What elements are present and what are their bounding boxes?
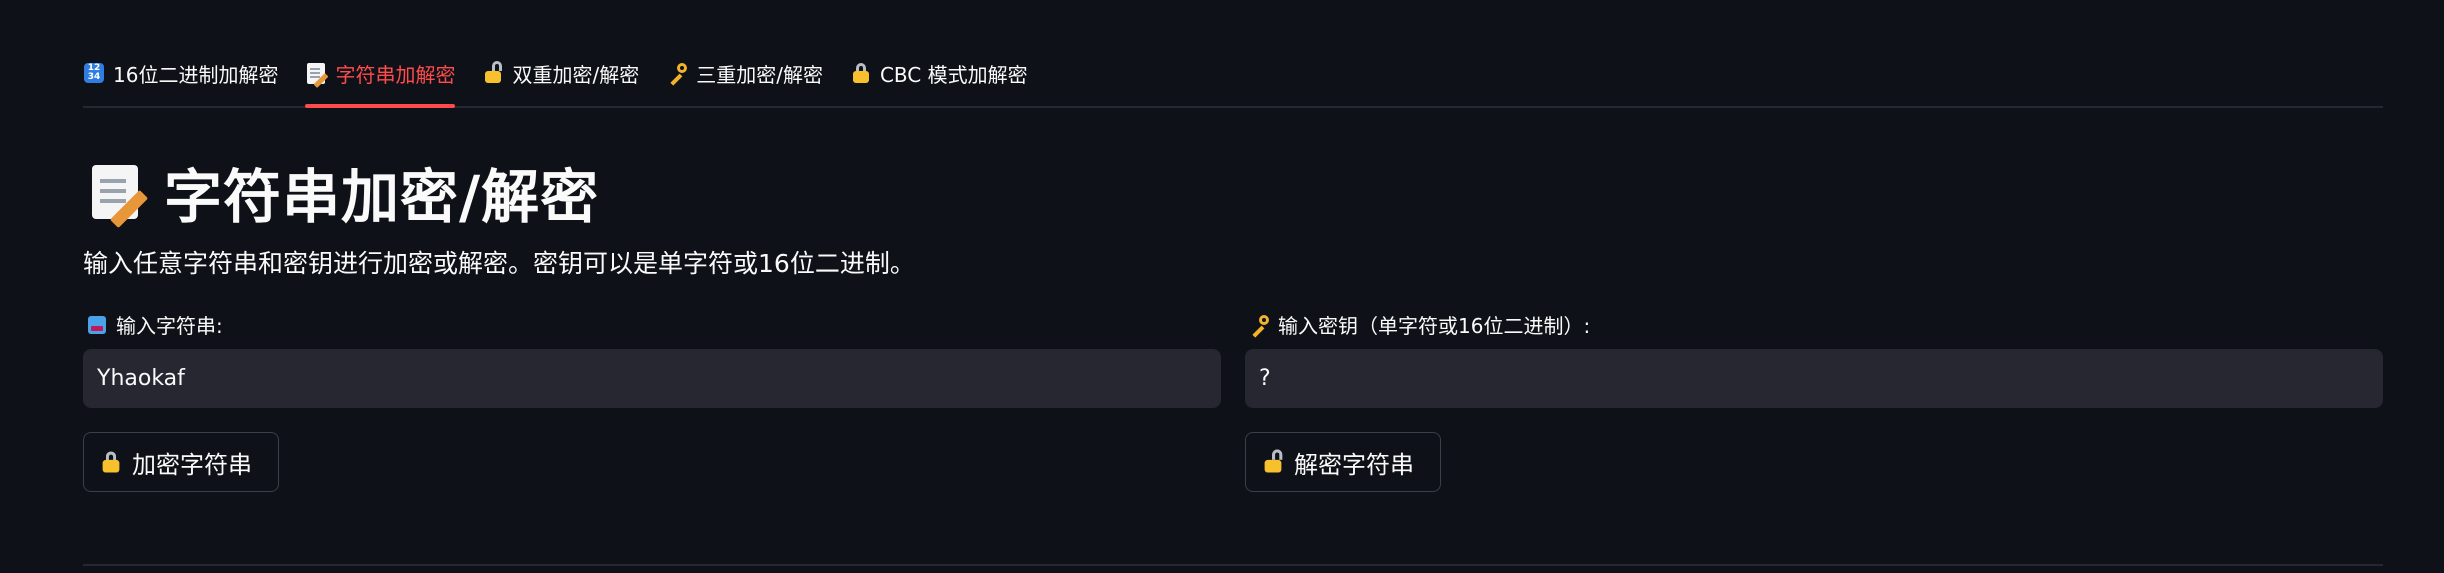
section-divider: [83, 564, 2383, 566]
tab-string[interactable]: 字符串加解密: [305, 40, 456, 108]
memo-icon: [92, 165, 138, 219]
tab-double-encrypt[interactable]: 双重加密/解密: [482, 40, 639, 106]
tab-binary-16bit[interactable]: 12 34 16位二进制加解密: [83, 40, 278, 106]
tab-label: 16位二进制加解密: [113, 62, 279, 87]
page-title-text: 字符串加密/解密: [164, 163, 600, 231]
encrypt-string-button[interactable]: 加密字符串: [83, 432, 279, 492]
unlocked-icon: [1264, 449, 1283, 473]
app-root: 12 34 16位二进制加解密 字符串加解密 双重加密/解密 三重加密/解密 C…: [0, 0, 2444, 573]
string-input-label-text: 输入字符串:: [116, 314, 223, 338]
page-description: 输入任意字符串和密钥进行加密或解密。密钥可以是单字符或16位二进制。: [83, 249, 915, 278]
key-icon: [1248, 314, 1270, 338]
memo-icon: [305, 62, 327, 84]
encrypt-button-label: 加密字符串: [132, 450, 252, 479]
lock-icon: [850, 62, 872, 84]
tab-bar: 12 34 16位二进制加解密 字符串加解密 双重加密/解密 三重加密/解密 C…: [83, 40, 2383, 108]
tab-label: 三重加密/解密: [696, 62, 823, 87]
input-numbers-icon: 12 34: [83, 62, 105, 84]
tab-label: CBC 模式加解密: [879, 62, 1028, 87]
tab-label: 双重加密/解密: [512, 62, 640, 87]
string-input[interactable]: Yhaokaf: [83, 349, 1221, 408]
tab-triple-encrypt[interactable]: 三重加密/解密: [666, 40, 823, 106]
page-title: 字符串加密/解密: [92, 150, 599, 234]
tab-label: 字符串加解密: [335, 62, 456, 87]
key-input-label-text: 输入密钥（单字符或16位二进制）:: [1278, 314, 1591, 338]
string-input-value: Yhaokaf: [97, 366, 185, 391]
key-input-value: ?: [1259, 366, 1271, 391]
key-input-label: 输入密钥（单字符或16位二进制）:: [1248, 310, 1590, 339]
key-input[interactable]: ?: [1245, 349, 2383, 408]
decrypt-string-button[interactable]: 解密字符串: [1245, 432, 1441, 492]
lock-icon: [102, 451, 121, 473]
decrypt-button-label: 解密字符串: [1294, 450, 1414, 479]
key-icon: [666, 62, 688, 86]
lock-with-key-icon: [482, 61, 504, 84]
inbox-tray-icon: [86, 314, 108, 336]
string-input-label: 输入字符串:: [86, 310, 223, 339]
tab-cbc-mode[interactable]: CBC 模式加解密: [850, 40, 1028, 106]
